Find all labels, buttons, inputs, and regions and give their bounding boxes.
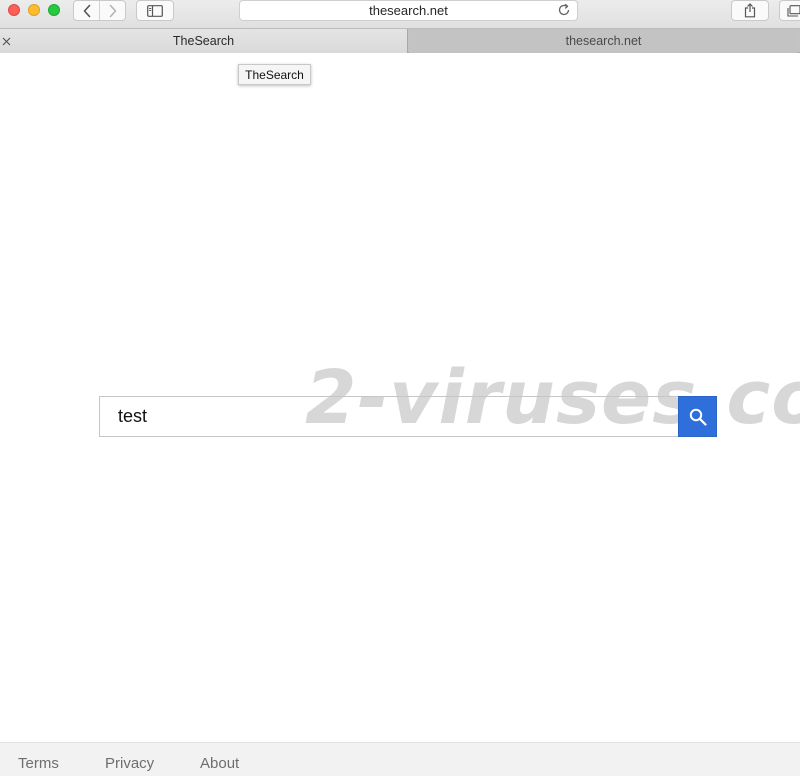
forward-icon (109, 4, 116, 17)
footer-link-terms[interactable]: Terms (18, 755, 59, 772)
share-icon (744, 3, 756, 18)
tab-thesearch[interactable]: TheSearch (0, 29, 408, 53)
window-close-button[interactable] (8, 4, 20, 16)
tab-thesearch-net[interactable]: thesearch.net (409, 29, 798, 53)
tab-close-button[interactable] (0, 34, 12, 48)
footer-link-about[interactable]: About (200, 755, 239, 772)
reload-icon[interactable] (557, 3, 571, 17)
search-icon (689, 408, 707, 426)
address-bar[interactable]: thesearch.net (239, 0, 578, 21)
tab-bar: TheSearch thesearch.net (0, 28, 800, 53)
window-zoom-button[interactable] (48, 4, 60, 16)
forward-button[interactable] (99, 1, 125, 20)
footer: Terms Privacy About (0, 742, 800, 776)
tabs-overview-button[interactable] (779, 0, 800, 21)
footer-link-privacy[interactable]: Privacy (105, 755, 154, 772)
search-button[interactable] (678, 396, 717, 437)
back-button[interactable] (74, 1, 99, 20)
address-text: thesearch.net (369, 3, 448, 18)
browser-window: thesearch.net TheSearch thesearch.net Th… (0, 0, 800, 776)
window-minimize-button[interactable] (28, 4, 40, 16)
history-nav (73, 0, 126, 21)
tab-label: thesearch.net (565, 34, 642, 48)
sidebar-button[interactable] (136, 0, 174, 21)
search-form (99, 396, 717, 437)
tabs-overview-icon (787, 4, 800, 17)
back-icon (83, 4, 90, 17)
tab-tooltip: TheSearch (238, 64, 311, 85)
share-button[interactable] (731, 0, 769, 21)
sidebar-icon (147, 4, 163, 17)
search-input[interactable] (99, 396, 679, 437)
browser-toolbar: thesearch.net (0, 0, 800, 28)
close-icon (2, 37, 10, 45)
tab-label: TheSearch (172, 34, 235, 48)
